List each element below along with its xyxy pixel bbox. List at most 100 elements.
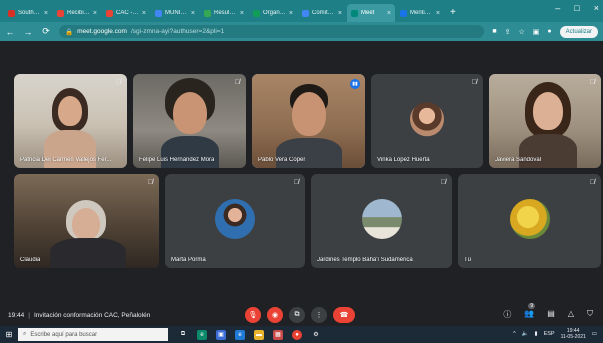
participant-name: Felipe Luis Hernández Mora [139, 157, 215, 163]
tray-chevron-icon[interactable]: ^ [513, 331, 516, 337]
browser-tab[interactable]: Comité de× [298, 4, 346, 22]
participant-tile[interactable]: 🎙̸ Javiera Sandoval [489, 74, 601, 168]
edge-browser-icon[interactable]: e [197, 329, 207, 340]
close-tab-icon[interactable]: × [142, 10, 146, 17]
task-view-icon[interactable]: ⧉ [178, 330, 188, 340]
network-icon[interactable]: ▮ [535, 331, 538, 337]
participant-tile[interactable]: 🎙̸ Marta Porma [165, 174, 305, 268]
settings-gear-icon[interactable]: ⚙ [311, 330, 321, 340]
meeting-details-info-icon[interactable]: ⓘ [503, 309, 511, 320]
participant-tile-active-speaker[interactable]: ▮▮ Pablo Vera Coper [252, 74, 365, 168]
close-tab-icon[interactable]: × [240, 10, 244, 17]
participant-name: Claudia [20, 257, 41, 263]
screen: South Pa×Recibidos×CAC - calc×MUNICIPI×R… [0, 0, 603, 343]
taskbar-search-placeholder: Escribe aquí para buscar [30, 331, 98, 338]
participant-name: Vinka Lopez Huerta [377, 157, 430, 163]
volume-icon[interactable]: 🔈 [522, 331, 529, 337]
tab-label: MUNICIPI [165, 10, 188, 16]
mic-off-icon: 🎙 [248, 312, 258, 319]
tab-label: Resultado [214, 10, 237, 16]
windows-start-icon[interactable]: ⊞ [0, 326, 18, 343]
close-tab-icon[interactable]: × [93, 10, 97, 17]
close-tab-icon[interactable]: × [289, 10, 293, 17]
browser-tab[interactable]: Mentime × [396, 4, 444, 22]
participant-video-body [50, 238, 126, 268]
participant-avatar [410, 102, 444, 137]
more-options-button[interactable]: ⋮ [311, 307, 327, 323]
edge-icon[interactable]: e [235, 329, 245, 340]
meeting-time: 19:44 [8, 311, 25, 319]
browser-tab-active[interactable]: Meet × [347, 4, 395, 22]
camera-permission-icon[interactable]: ■ [492, 28, 496, 35]
browser-tab[interactable]: Recibidos× [53, 4, 101, 22]
clock-date: 11-05-2021 [560, 334, 586, 340]
search-icon: ⌕ [23, 331, 27, 337]
browser-tab[interactable]: South Pa × [4, 4, 52, 22]
extension-icon[interactable]: ▣ [533, 28, 540, 36]
meet-control-bar: 19:44 | Invitación conformación CAC, Peñal… [0, 303, 603, 326]
mic-off-icon: 🎙̸ [589, 179, 595, 186]
camera-toggle-button[interactable]: ◉ [267, 307, 283, 323]
host-controls-shield-icon[interactable]: ⛉ [587, 309, 593, 320]
close-window-button[interactable]: × [594, 3, 599, 13]
photos-icon[interactable]: ▦ [273, 329, 283, 340]
bookmark-star-icon[interactable]: ☆ [519, 28, 525, 36]
participant-video-face [72, 208, 100, 240]
meeting-title: Invitación conformación CAC, Peñalolén [33, 311, 151, 319]
back-arrow-icon[interactable]: ← [5, 27, 15, 37]
participant-name: Jardines Templo Bahá'í Sudamérica [317, 257, 413, 263]
participant-tile[interactable]: 🎙̸ Vinka Lopez Huerta [371, 74, 483, 168]
leave-call-button[interactable]: ☎ [333, 307, 355, 323]
file-explorer-icon[interactable]: ▬ [254, 329, 264, 340]
participant-name: Pablo Vera Coper [258, 157, 306, 163]
browser-tab[interactable]: Resultado× [200, 4, 248, 22]
call-controls: 🎙 ◉ ⧉ ⋮ ☎ [245, 307, 355, 323]
participant-tile[interactable]: 🎙̸ Patricia Del Carmen Vallejos Fer... [14, 74, 127, 168]
close-tab-icon[interactable]: × [436, 10, 440, 17]
browser-toolbar: ← → ⟳ 🔒 meet.google.com/sgi-zmna-ayi?aut… [0, 22, 603, 41]
tab-label: Mentime [410, 10, 433, 16]
present-screen-button[interactable]: ⧉ [289, 307, 305, 323]
chrome-icon[interactable]: ● [292, 329, 302, 340]
browser-tab[interactable]: MUNICIPI× [151, 4, 199, 22]
tab-label: CAC - calc [116, 10, 139, 16]
participant-tile[interactable]: 🎙̸ Felipe Luis Hernández Mora [133, 74, 246, 168]
tab-favicon-icon [302, 9, 309, 17]
new-tab-button[interactable]: + [445, 4, 461, 22]
close-tab-icon[interactable]: × [191, 10, 195, 17]
people-button[interactable]: 9 👥 [524, 303, 536, 320]
forward-arrow-icon[interactable]: → [23, 27, 33, 37]
language-indicator[interactable]: ESP [544, 331, 555, 337]
update-browser-button[interactable]: Actualizar [559, 25, 598, 38]
participant-tile-self[interactable]: 🎙̸ Tú [458, 174, 601, 268]
hang-up-icon: ☎ [339, 312, 349, 319]
share-icon[interactable]: ⇪ [505, 28, 511, 36]
tab-favicon-icon [8, 9, 15, 17]
participant-name: Tú [464, 257, 472, 263]
tab-label: South Pa [18, 10, 41, 16]
store-icon[interactable]: ▣ [216, 329, 226, 340]
chat-icon[interactable]: ▤ [547, 309, 555, 320]
mic-off-icon: 🎙̸ [115, 79, 121, 86]
close-tab-icon[interactable]: × [44, 10, 48, 17]
address-bar[interactable]: 🔒 meet.google.com/sgi-zmna-ayi?authuser=… [59, 25, 485, 38]
browser-tab[interactable]: Organizac× [249, 4, 297, 22]
activities-icon[interactable]: △ [568, 309, 574, 320]
mic-toggle-button[interactable]: 🎙 [245, 307, 261, 323]
close-tab-icon[interactable]: × [338, 10, 342, 17]
taskbar-search-box[interactable]: ⌕ Escribe aquí para buscar [18, 328, 168, 341]
tab-favicon-icon [204, 9, 211, 17]
maximize-button[interactable]: □ [574, 3, 579, 13]
notifications-icon[interactable]: ▭ [592, 331, 597, 337]
profile-icon[interactable]: ● [547, 28, 551, 35]
minimize-button[interactable]: – [555, 3, 560, 13]
reload-icon[interactable]: ⟳ [41, 26, 51, 37]
browser-tab[interactable]: CAC - calc× [102, 4, 150, 22]
close-tab-icon[interactable]: × [387, 10, 391, 17]
participant-video-face [58, 96, 82, 126]
participant-tile[interactable]: 🎙̸ Jardines Templo Bahá'í Sudamérica [311, 174, 452, 268]
participant-tile[interactable]: 🎙̸ Claudia [14, 174, 159, 268]
mic-off-icon: 🎙̸ [234, 79, 240, 86]
camera-off-icon: ◉ [271, 312, 279, 319]
taskbar-clock[interactable]: 19:44 11-05-2021 [561, 328, 586, 340]
